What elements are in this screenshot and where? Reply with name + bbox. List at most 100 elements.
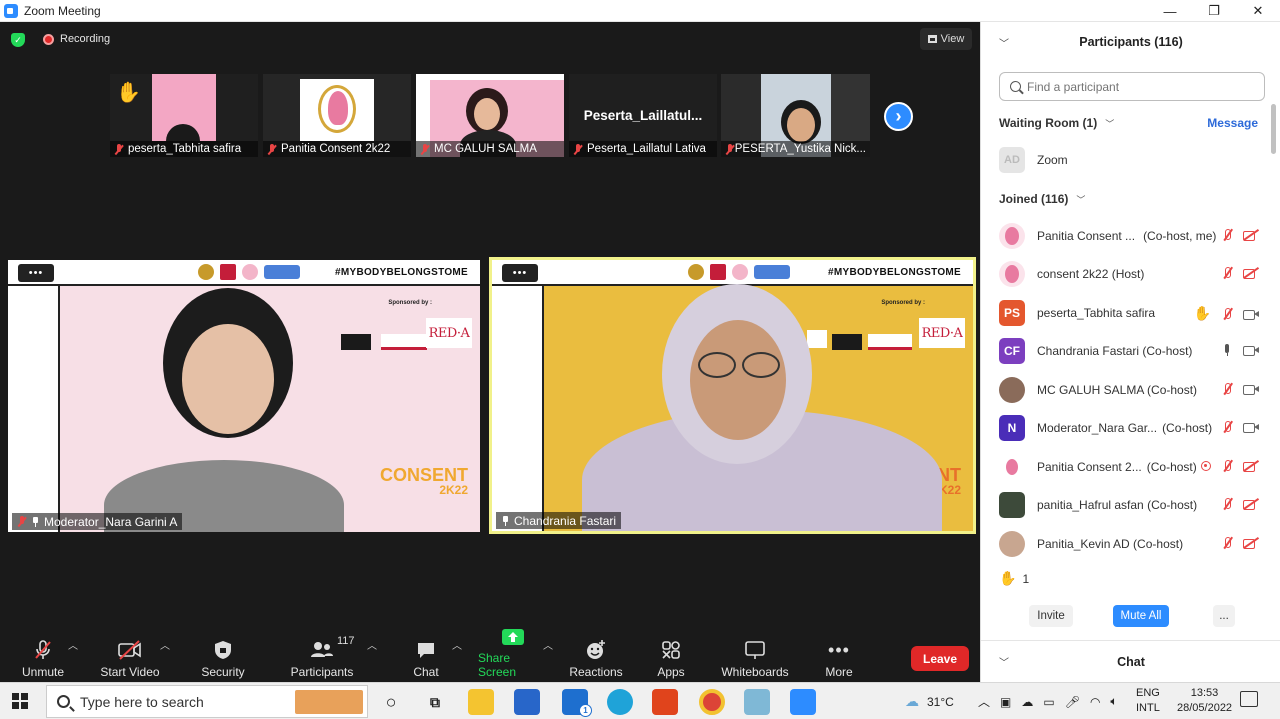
chat-title: Chat — [1117, 654, 1145, 669]
encryption-shield-icon[interactable]: ✓ — [11, 33, 25, 47]
video-tile-active-speaker[interactable]: ••• #MYBODYBELONGSTOME Sponsored by : RE… — [489, 257, 976, 534]
onedrive-icon[interactable]: ☁ — [1021, 695, 1033, 709]
mic-muted-icon[interactable] — [1221, 266, 1233, 280]
thumbnail-video[interactable]: MC GALUH SALMA — [416, 74, 564, 157]
invite-button[interactable]: Invite — [1029, 605, 1073, 627]
participant-name: Moderator_Nara Gar... — [1037, 421, 1158, 435]
view-button[interactable]: View — [920, 28, 972, 50]
thumbnail-video[interactable]: PESERTA_Yustika Nick... — [721, 74, 870, 157]
restore-button[interactable]: ❐ — [1192, 0, 1236, 22]
chat-section[interactable]: ﹀ Chat — [981, 640, 1280, 682]
start-video-button[interactable]: Start Video — [100, 633, 160, 679]
video-options-caret-icon[interactable]: ︿ — [160, 637, 170, 652]
windows-start-icon[interactable] — [12, 693, 28, 709]
whiteboard-icon — [744, 639, 766, 661]
chrome-icon[interactable] — [699, 689, 725, 715]
mic-muted-icon[interactable] — [1221, 459, 1233, 473]
store-icon[interactable] — [514, 689, 540, 715]
sponsor-logos — [198, 264, 300, 280]
zoom-taskbar-icon[interactable] — [790, 689, 816, 715]
participant-row[interactable]: Panitia Consent 2... (Co-host) — [999, 452, 1259, 482]
participant-row[interactable]: Panitia Consent ... (Co-host, me) — [999, 221, 1259, 251]
unmute-button[interactable]: Unmute — [20, 633, 66, 679]
title-bar: Zoom Meeting — ❐ ✕ — [0, 0, 1280, 22]
notification-icon[interactable] — [1240, 691, 1258, 707]
participant-row[interactable]: panitia_Hafrul asfan (Co-host) — [999, 490, 1259, 520]
waiting-room-header[interactable]: Waiting Room (1) ﹀ — [999, 116, 1114, 130]
thumbnail-video[interactable]: ✋ peserta_Tabhita safira — [110, 74, 258, 157]
share-screen-button[interactable]: Share Screen — [478, 629, 548, 679]
chat-caret-icon[interactable]: ︿ — [452, 637, 462, 652]
participant-status — [1221, 228, 1259, 242]
office-icon[interactable] — [652, 689, 678, 715]
participant-row[interactable]: CF Chandrania Fastari (Co-host) — [999, 336, 1259, 366]
participant-row[interactable]: Panitia_Kevin AD (Co-host) — [999, 529, 1259, 559]
task-view-icon[interactable]: ⧉ — [422, 689, 448, 715]
more-button[interactable]: ••• More — [822, 633, 856, 680]
recording-icon — [43, 34, 54, 45]
mic-muted-icon[interactable] — [1221, 497, 1233, 511]
file-explorer-icon[interactable] — [468, 689, 494, 715]
joined-header[interactable]: Joined (116) ﹀ — [999, 192, 1085, 206]
participants-caret-icon[interactable]: ︿ — [367, 637, 377, 652]
volume-icon[interactable]: 🔈︎ — [1110, 694, 1117, 709]
share-caret-icon[interactable]: ︿ — [543, 637, 553, 652]
waiting-participant-row[interactable]: AD Zoom — [999, 145, 1259, 175]
leave-button[interactable]: Leave — [911, 646, 969, 671]
more-options-icon[interactable]: ••• — [18, 264, 54, 282]
mic-muted-icon[interactable] — [1221, 382, 1233, 396]
mail-icon[interactable]: 1 — [562, 689, 592, 717]
mic-on-icon[interactable] — [1221, 343, 1233, 357]
university-logo-icon — [688, 264, 704, 280]
mic-muted-icon[interactable] — [1221, 307, 1233, 321]
search-highlight-image — [295, 690, 363, 714]
recording-label[interactable]: Recording — [60, 33, 110, 45]
minimize-button[interactable]: — — [1148, 0, 1192, 22]
mic-muted-icon[interactable] — [1221, 536, 1233, 550]
weather-widget[interactable]: ☁ 31°C — [905, 683, 954, 719]
language-indicator[interactable]: ENG INTL — [1136, 686, 1160, 716]
apps-button[interactable]: Apps — [654, 633, 688, 679]
edge-icon[interactable] — [607, 689, 633, 715]
participant-row[interactable]: consent 2k22 (Host) — [999, 259, 1259, 289]
raised-hands-count: ✋ 1 — [999, 570, 1029, 587]
panel-scrollbar[interactable] — [1271, 104, 1276, 154]
thumbnail-video[interactable]: Peserta_Laillatul... Peserta_Laillatul L… — [569, 74, 717, 157]
mic-muted-icon[interactable] — [1221, 420, 1233, 434]
avatar — [999, 492, 1025, 518]
battery-icon[interactable]: ▭ — [1043, 695, 1054, 709]
taskbar-search[interactable]: Type here to search — [46, 685, 368, 718]
security-button[interactable]: Security — [200, 633, 246, 679]
frame-top: ••• #MYBODYBELONGSTOME — [492, 260, 973, 286]
search-input[interactable] — [1027, 79, 1247, 94]
participant-row[interactable]: MC GALUH SALMA (Co-host) — [999, 375, 1259, 405]
participant-row[interactable]: N Moderator_Nara Gar... (Co-host) — [999, 413, 1259, 443]
participant-row[interactable]: PS peserta_Tabhita safira ✋ — [999, 298, 1259, 328]
microphone-icon[interactable]: 🎤︎ — [1065, 695, 1080, 709]
reactions-button[interactable]: Reactions — [568, 633, 624, 679]
close-button[interactable]: ✕ — [1236, 0, 1280, 22]
thumbnail-video[interactable]: Panitia Consent 2k22 — [263, 74, 411, 157]
whiteboards-button[interactable]: Whiteboards — [720, 633, 790, 679]
sponsor-logo-icon — [381, 334, 427, 350]
cortana-icon[interactable]: ○ — [378, 689, 404, 715]
sponsor-logo-icon — [832, 334, 862, 350]
panel-more-button[interactable]: ... — [1213, 605, 1235, 627]
chat-button[interactable]: Chat — [406, 633, 446, 679]
mic-muted-icon[interactable] — [1221, 228, 1233, 242]
tray-expand-icon[interactable]: ︿ — [978, 693, 990, 710]
tray-app-icon[interactable]: ▣ — [1000, 695, 1011, 709]
app-icon[interactable] — [744, 689, 770, 715]
participant-search[interactable] — [999, 72, 1265, 101]
mute-all-button[interactable]: Mute All — [1113, 605, 1169, 627]
taskbar-clock[interactable]: 13:53 28/05/2022 — [1177, 686, 1232, 716]
audio-options-caret-icon[interactable]: ︿ — [68, 637, 78, 652]
next-page-button[interactable]: › — [884, 102, 913, 131]
recording-icon — [1201, 461, 1211, 471]
more-options-icon[interactable]: ••• — [502, 264, 538, 282]
message-button[interactable]: Message — [1207, 116, 1258, 130]
video-tile-moderator[interactable]: ••• #MYBODYBELONGSTOME Sponsored by : RE… — [8, 260, 480, 532]
wifi-icon[interactable]: ◠ — [1090, 695, 1100, 709]
participant-name: consent 2k22 (Host) — [1037, 267, 1145, 281]
participant-name: MC GALUH SALMA (Co-host) — [1037, 383, 1198, 397]
